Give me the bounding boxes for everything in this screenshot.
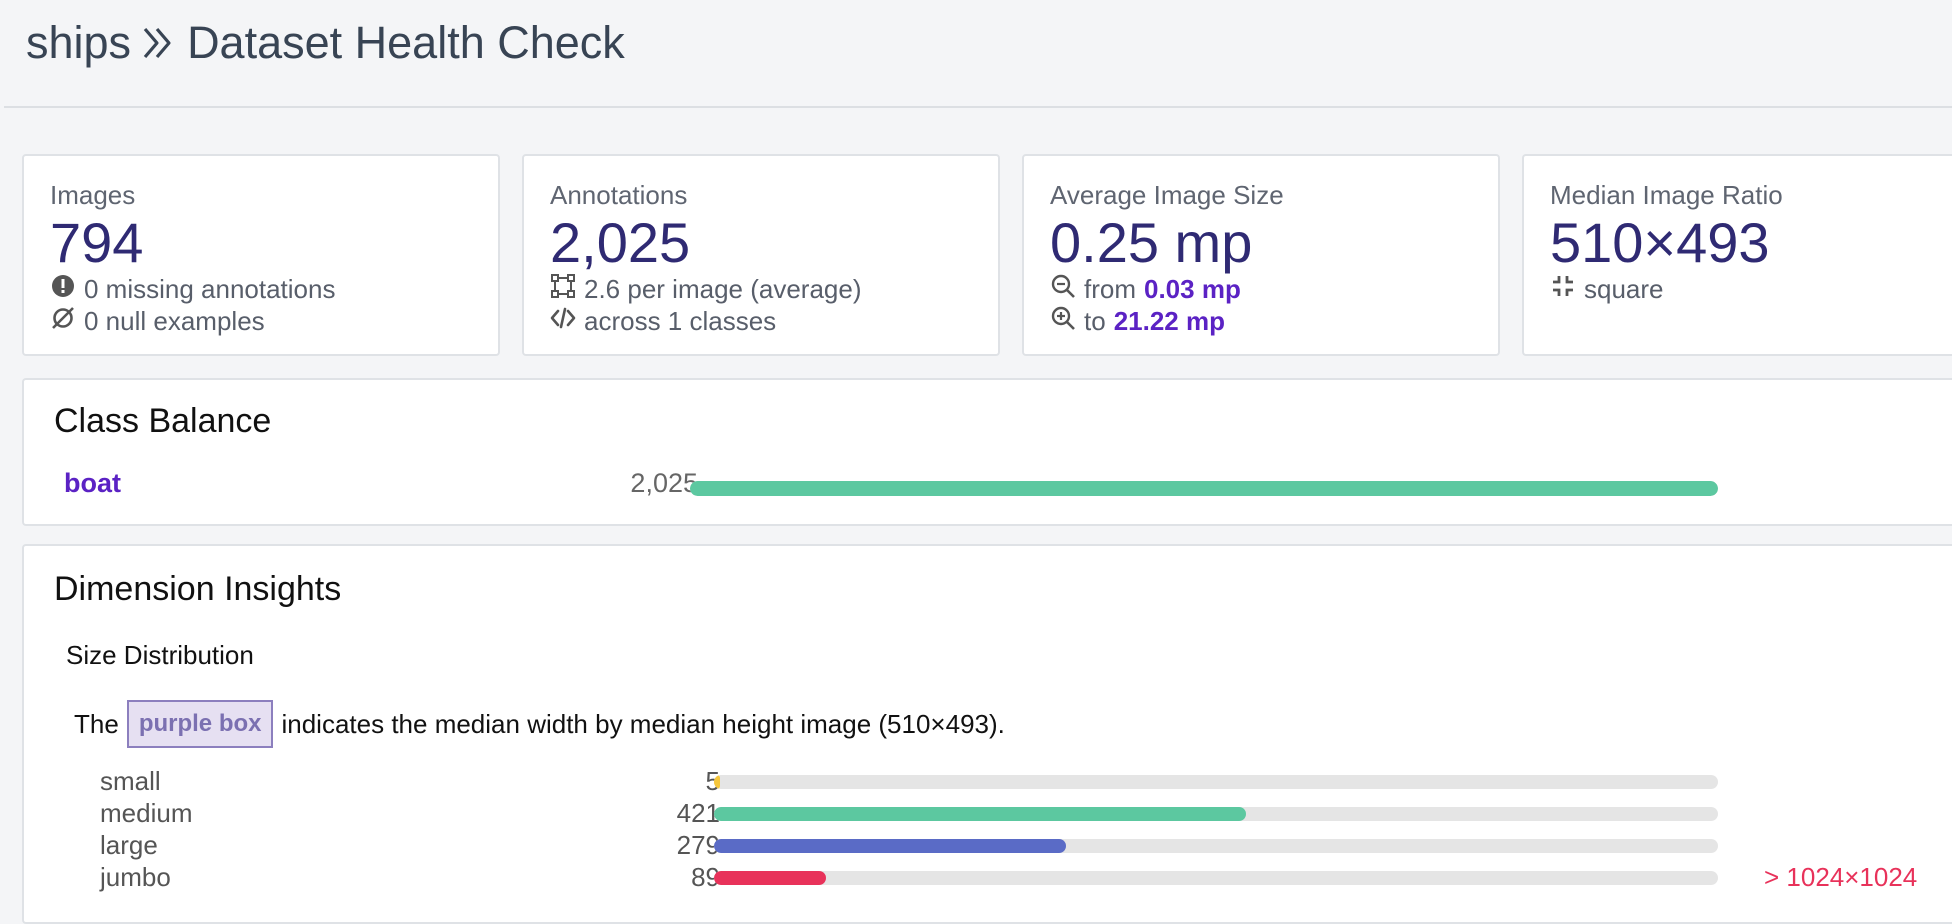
size-bar-fill: [714, 871, 827, 885]
card-value: 794: [50, 211, 144, 274]
null-set-icon: [50, 305, 76, 338]
breadcrumb: ships Dataset Health Check: [26, 17, 625, 69]
size-count: 5: [705, 766, 720, 796]
max-size-line: to 21.22 mp: [1050, 305, 1472, 337]
note-suffix: indicates the median width by median hei…: [281, 708, 1005, 739]
size-count: 279: [676, 830, 720, 860]
images-card: Images 794 0 missing annotations 0 null …: [22, 154, 500, 356]
missing-annotations-text: 0 missing annotations: [84, 273, 336, 304]
null-examples-line: 0 null examples: [50, 305, 472, 337]
size-row-large: large 279: [24, 830, 1952, 862]
class-bar-track: [690, 481, 1718, 496]
size-bar-track: [714, 839, 1718, 853]
class-name-link[interactable]: boat: [64, 468, 121, 499]
double-chevron-right-icon: [141, 23, 177, 63]
zoom-in-icon: [1050, 305, 1076, 338]
class-balance-title: Class Balance: [54, 402, 272, 440]
null-examples-text: 0 null examples: [84, 305, 265, 336]
size-label: jumbo: [100, 862, 171, 892]
size-label: small: [100, 766, 161, 796]
classes-text: across 1 classes: [584, 305, 777, 336]
size-bar-fill: [714, 839, 1067, 853]
ratio-shape-text: square: [1584, 273, 1664, 304]
note-prefix: The: [74, 708, 119, 739]
size-threshold-note: > 1024×1024: [1764, 862, 1918, 892]
median-note: The purple box indicates the median widt…: [74, 700, 1005, 748]
size-row-jumbo: jumbo 89 > 1024×1024: [24, 862, 1952, 894]
per-image-text: 2.6 per image (average): [584, 273, 862, 304]
min-size-value: 0.03 mp: [1144, 273, 1241, 304]
zoom-out-icon: [1050, 273, 1076, 306]
size-bar-track: [714, 871, 1718, 885]
size-count: 89: [691, 862, 720, 892]
card-label: Images: [50, 180, 136, 210]
breadcrumb-project[interactable]: ships: [26, 17, 131, 69]
average-size-card: Average Image Size 0.25 mp from 0.03 mp …: [1022, 154, 1500, 356]
size-row-medium: medium 421: [24, 798, 1952, 830]
median-ratio-card: Median Image Ratio 510×493 square: [1522, 154, 1952, 356]
size-label: medium: [100, 798, 193, 828]
class-bar-fill: [690, 481, 1718, 496]
alert-circle-icon: [50, 273, 76, 306]
missing-annotations-line: 0 missing annotations: [50, 273, 472, 305]
class-count: 2,025: [630, 468, 698, 498]
compress-icon: [1550, 273, 1576, 306]
purple-box-legend: purple box: [126, 700, 274, 748]
page-title: Dataset Health Check: [187, 17, 625, 68]
size-row-small: small 5: [24, 766, 1952, 798]
card-label: Average Image Size: [1050, 180, 1284, 210]
per-image-line: 2.6 per image (average): [550, 273, 972, 305]
min-size-line: from 0.03 mp: [1050, 273, 1472, 305]
from-label: from: [1084, 273, 1136, 304]
size-count: 421: [676, 798, 720, 828]
size-label: large: [100, 830, 158, 860]
stats-row: Images 794 0 missing annotations 0 null …: [22, 154, 1952, 356]
size-bar-fill: [714, 807, 1247, 821]
card-value: 2,025: [550, 211, 691, 274]
card-label: Median Image Ratio: [1550, 180, 1783, 210]
card-value: 0.25 mp: [1050, 211, 1253, 274]
classes-line: across 1 classes: [550, 305, 972, 337]
ratio-shape-line: square: [1550, 273, 1952, 305]
page-header: ships Dataset Health Check: [4, 0, 1952, 108]
size-distribution-subtitle: Size Distribution: [66, 640, 254, 670]
bounding-box-icon: [550, 273, 576, 306]
dimension-insights-title: Dimension Insights: [54, 570, 342, 608]
class-balance-panel: Class Balance boat 2,025: [22, 378, 1952, 526]
card-label: Annotations: [550, 180, 688, 210]
size-bar-track: [714, 775, 1718, 789]
code-icon: [550, 305, 576, 338]
dimension-insights-panel: Dimension Insights Size Distribution The…: [22, 544, 1952, 924]
to-label: to: [1084, 305, 1106, 336]
max-size-value: 21.22 mp: [1113, 305, 1225, 336]
size-bar-track: [714, 807, 1718, 821]
card-value: 510×493: [1550, 211, 1770, 274]
annotations-card: Annotations 2,025 2.6 per image (average…: [522, 154, 1000, 356]
